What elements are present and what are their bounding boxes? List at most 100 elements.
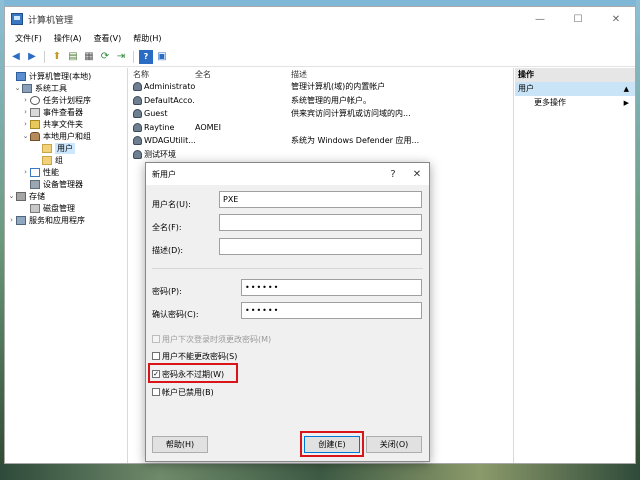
menu-bar: 文件(F) 操作(A) 查看(V) 帮助(H) [5,31,635,47]
export-list-icon[interactable]: ⇥ [114,50,128,64]
tree-item-disk-management[interactable]: 磁盘管理 [5,202,127,214]
list-item[interactable]: Raytine AOMEI [129,121,513,135]
menu-view[interactable]: 查看(V) [88,31,128,47]
list-item[interactable]: Guest 供来宾访问计算机或访问域的内... [129,107,513,121]
fullname-field[interactable] [219,214,422,231]
user-name: WDAGUtilit... [144,136,195,146]
confirm-password-label: 确认密码(C): [152,310,199,319]
description-label: 描述(D): [152,246,184,255]
toolbar-separator [133,50,134,63]
submenu-arrow-icon: ▶ [623,99,629,107]
tree-item-local-users-groups[interactable]: ⌄ 本地用户和组 [5,130,127,142]
checkbox-box[interactable] [152,335,160,343]
tree-item-system-tools[interactable]: ⌄ 系统工具 [5,82,127,94]
column-header-description[interactable]: 描述 [291,69,513,80]
actions-section-users[interactable]: 用户 ▲ [515,82,635,96]
chevron-right-icon[interactable]: › [21,168,30,176]
checkbox-label: 用户不能更改密码(S) [162,351,238,361]
tree-item-users[interactable]: 用户 [5,142,127,154]
toolbar: ◀ ▶ ⬆ ▤ ▦ ⟳ ⇥ ? ▣ [5,47,635,67]
username-field[interactable]: PXE [219,191,422,208]
checkbox-box[interactable] [152,388,160,396]
confirm-password-field[interactable]: •••••• [241,302,422,319]
menu-file[interactable]: 文件(F) [9,31,48,47]
list-item[interactable]: WDAGUtilit... 系统为 Windows Defender 应用... [129,134,513,148]
perf-icon [30,167,40,177]
highlight-box-create [300,431,364,457]
tree-item-label: 存储 [29,191,45,201]
properties-icon[interactable]: ▦ [82,50,96,64]
minimize-button[interactable]: — [521,7,559,31]
dialog-close-button[interactable]: ✕ [405,163,429,185]
description-row: 描述(D): [152,242,220,259]
refresh-icon[interactable]: ⟳ [98,50,112,64]
tree-item-groups[interactable]: 组 [5,154,127,166]
show-hide-tree-icon[interactable]: ▤ [66,50,80,64]
highlight-box-password-never-expires [148,363,238,383]
up-folder-icon[interactable]: ⬆ [50,50,64,64]
column-header-fullname[interactable]: 全名 [195,69,291,80]
username-label: 用户名(U): [152,200,191,209]
close-button[interactable]: ✕ [597,7,635,31]
checkbox-must-change-password[interactable]: 用户下次登录时须更改密码(M) [152,333,271,345]
user-description: 供来宾访问计算机或访问域的内... [291,109,411,119]
user-icon [133,95,142,105]
share-icon [30,119,40,129]
user-name: 测试环境 [144,149,176,159]
list-header: 名称 全名 描述 [129,68,513,80]
console-tree: 计算机管理(本地) ⌄ 系统工具 › 任务计划程序 › 事件查看器 › 共享文件… [5,68,128,463]
dialog-divider [152,268,423,269]
user-icon [133,82,142,92]
close-dialog-button[interactable]: 关闭(O) [366,436,422,453]
chevron-down-icon[interactable]: ⌄ [13,84,22,92]
forward-arrow-icon[interactable]: ▶ [25,50,39,64]
chevron-right-icon[interactable]: › [21,108,30,116]
checkbox-cannot-change-password[interactable]: 用户不能更改密码(S) [152,350,237,362]
collapse-arrow-icon[interactable]: ▲ [624,82,629,96]
tree-item-device-manager[interactable]: 设备管理器 [5,178,127,190]
actions-title: 操作 [515,68,635,82]
tree-item-services-applications[interactable]: › 服务和应用程序 [5,214,127,226]
actions-section-label: 用户 [518,84,534,93]
checkbox-account-disabled[interactable]: 帐户已禁用(B) [152,386,214,398]
pc-icon [16,71,26,81]
chevron-right-icon[interactable]: › [21,96,30,104]
list-item[interactable]: DefaultAcco... 系统管理的用户帐户。 [129,94,513,108]
users-icon [30,131,40,141]
chevron-down-icon[interactable]: ⌄ [21,132,30,140]
description-field[interactable] [219,238,422,255]
help-button[interactable]: 帮助(H) [152,436,208,453]
new-user-dialog: 新用户 ? ✕ 用户名(U): PXE 全名(F): 描述(D): 密码(P):… [145,162,430,462]
menu-help[interactable]: 帮助(H) [127,31,167,47]
menu-action[interactable]: 操作(A) [48,31,88,47]
storage-icon [16,191,26,201]
tree-item-shared-folders[interactable]: › 共享文件夹 [5,118,127,130]
tree-item-storage[interactable]: ⌄ 存储 [5,190,127,202]
chevron-down-icon[interactable]: ⌄ [7,192,16,200]
actions-more-actions[interactable]: 更多操作 ▶ [515,96,635,110]
dialog-help-button[interactable]: ? [381,163,405,185]
back-arrow-icon[interactable]: ◀ [9,50,23,64]
list-item[interactable]: Administrator 管理计算机(域)的内置帐户 [129,80,513,94]
log-icon [30,107,40,117]
checkbox-label: 用户下次登录时须更改密码(M) [162,334,272,344]
list-item[interactable]: 测试环境 [129,148,513,162]
maximize-button[interactable]: ☐ [559,7,597,31]
chevron-right-icon[interactable]: › [7,216,16,224]
tree-item-label: 组 [55,155,63,165]
folder-icon [42,143,52,153]
password-field[interactable]: •••••• [241,279,422,296]
desktop-background-right [636,0,640,480]
user-description: 系统管理的用户帐户。 [291,95,371,105]
checkbox-box[interactable] [152,352,160,360]
chevron-right-icon[interactable]: › [21,120,30,128]
help-icon[interactable]: ? [139,49,153,64]
column-header-name[interactable]: 名称 [129,69,195,80]
tree-item-label: 性能 [43,167,59,177]
user-description: 系统为 Windows Defender 应用... [291,136,420,146]
tree-item-event-viewer[interactable]: › 事件查看器 [5,106,127,118]
tree-item-performance[interactable]: › 性能 [5,166,127,178]
tree-item-computer-management[interactable]: 计算机管理(本地) [5,70,127,82]
tree-item-task-scheduler[interactable]: › 任务计划程序 [5,94,127,106]
console-icon[interactable]: ▣ [155,50,169,64]
